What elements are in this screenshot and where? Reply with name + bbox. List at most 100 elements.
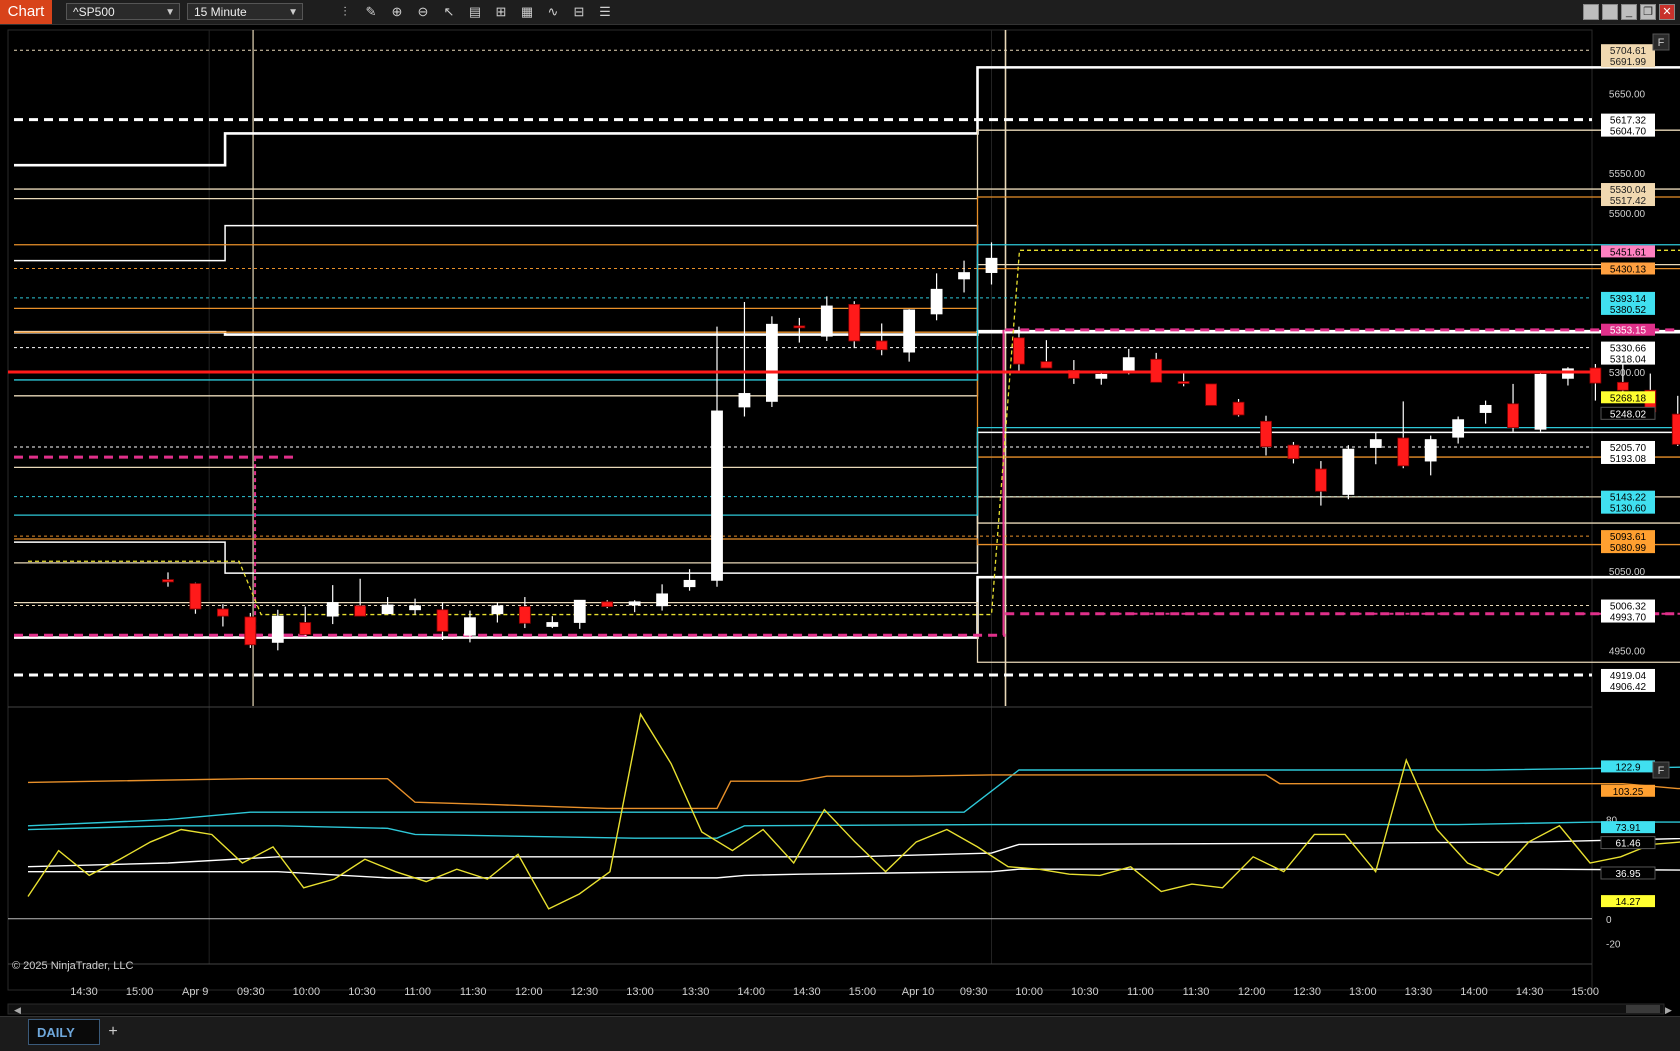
price-label: 4993.70 bbox=[1601, 611, 1655, 624]
candle-body bbox=[684, 580, 695, 586]
price-panel-f-label: F bbox=[1658, 37, 1665, 49]
candle-body bbox=[1041, 362, 1052, 368]
scroll-right-icon[interactable]: ▶ bbox=[1665, 1005, 1672, 1015]
candle-body bbox=[300, 622, 311, 634]
zoom-out-icon[interactable]: ⊖ bbox=[412, 2, 434, 22]
candle-body bbox=[410, 606, 421, 610]
candle-body bbox=[519, 607, 530, 624]
instrument-selector[interactable]: ^SP500 ▼ bbox=[66, 3, 180, 20]
indicator-label: 61.46 bbox=[1601, 837, 1655, 850]
bars-type-icon[interactable]: ⫶ bbox=[334, 2, 356, 22]
candle-body bbox=[931, 289, 942, 314]
price-label: 5080.99 bbox=[1601, 541, 1655, 554]
strategies-icon[interactable]: ⊟ bbox=[568, 2, 590, 22]
time-tick-label: 13:00 bbox=[626, 986, 654, 998]
price-label: 5130.60 bbox=[1601, 502, 1655, 515]
interval-value: 15 Minute bbox=[194, 5, 247, 19]
candle-body bbox=[464, 618, 475, 635]
indicator-panel-f-button[interactable]: F bbox=[1653, 762, 1669, 778]
candle-body bbox=[1480, 405, 1491, 412]
tab-daily[interactable]: DAILY bbox=[28, 1019, 100, 1045]
indicator-label-text: 103.25 bbox=[1613, 787, 1644, 798]
pointer-icon[interactable]: ↖ bbox=[438, 2, 460, 22]
time-tick-label: 10:30 bbox=[348, 986, 376, 998]
time-tick-label: 10:00 bbox=[1015, 986, 1043, 998]
candle-body bbox=[959, 273, 970, 279]
time-tick-label: 10:00 bbox=[293, 986, 321, 998]
price-tick-label: 5050.00 bbox=[1609, 567, 1646, 578]
price-label-text: 5380.52 bbox=[1610, 305, 1647, 316]
chart-area[interactable]: 4950.005050.005300.005500.005550.005650.… bbox=[0, 24, 1680, 1016]
price-panel-f-button[interactable]: F bbox=[1653, 34, 1669, 50]
price-tick-label: 5550.00 bbox=[1609, 169, 1646, 180]
time-tick-label: 11:00 bbox=[404, 986, 431, 998]
price-label: 5451.61 bbox=[1601, 245, 1655, 258]
tile2-icon[interactable] bbox=[1602, 4, 1618, 20]
price-label-text: 5268.18 bbox=[1610, 393, 1647, 404]
candle-up bbox=[1535, 374, 1546, 432]
price-tick-label: 5650.00 bbox=[1609, 90, 1646, 101]
add-tab-button[interactable]: + bbox=[104, 1023, 122, 1041]
time-tick-label: 14:00 bbox=[737, 986, 765, 998]
time-tick-label: 14:30 bbox=[1516, 986, 1544, 998]
candle-body bbox=[1370, 440, 1381, 448]
price-tick-label: 5500.00 bbox=[1609, 209, 1646, 220]
candle-body bbox=[1453, 420, 1464, 437]
candle-body bbox=[163, 580, 174, 582]
time-tick-label: 15:00 bbox=[126, 986, 154, 998]
time-tick-label: Apr 10 bbox=[902, 986, 934, 998]
candle-up bbox=[1343, 445, 1354, 499]
candle-body bbox=[904, 310, 915, 352]
interval-selector[interactable]: 15 Minute ▼ bbox=[187, 3, 303, 20]
price-label: 5430.13 bbox=[1601, 262, 1655, 275]
candle-body bbox=[629, 602, 640, 605]
price-label: 4906.42 bbox=[1601, 680, 1655, 693]
time-tick-label: 15:00 bbox=[849, 986, 877, 998]
scroll-left-icon[interactable]: ◀ bbox=[14, 1005, 21, 1015]
tile-icon[interactable] bbox=[1583, 4, 1599, 20]
indicator-label-text: 73.91 bbox=[1615, 823, 1640, 834]
price-label-text: 5193.08 bbox=[1610, 454, 1647, 465]
templates-icon[interactable]: ▦ bbox=[516, 2, 538, 22]
indicator-label: 36.95 bbox=[1601, 867, 1655, 880]
candle-body bbox=[492, 606, 503, 614]
candle-body bbox=[876, 341, 887, 350]
candle-body bbox=[794, 326, 805, 328]
time-tick-label: 09:30 bbox=[960, 986, 988, 998]
scrollbar-thumb[interactable] bbox=[1626, 1005, 1660, 1013]
price-label: 5193.08 bbox=[1601, 452, 1655, 465]
candle-body bbox=[437, 610, 448, 631]
maximize-icon[interactable]: ❐ bbox=[1640, 4, 1656, 20]
candle-body bbox=[1288, 445, 1299, 459]
candle-body bbox=[766, 324, 777, 401]
price-label: 5248.02 bbox=[1601, 407, 1655, 420]
list-icon[interactable]: ☰ bbox=[594, 2, 616, 22]
draw-pencil-icon[interactable]: ✎ bbox=[360, 2, 382, 22]
candle-body bbox=[1315, 469, 1326, 491]
time-tick-label: 12:30 bbox=[571, 986, 599, 998]
close-icon[interactable]: ✕ bbox=[1659, 4, 1675, 20]
price-label-text: 5451.61 bbox=[1610, 247, 1647, 258]
indicator-label-text: 14.27 bbox=[1615, 897, 1640, 908]
app-title[interactable]: Chart bbox=[0, 0, 52, 24]
price-label-text: 5080.99 bbox=[1610, 543, 1647, 554]
properties-icon[interactable]: ⊞ bbox=[490, 2, 512, 22]
chevron-down-icon: ▼ bbox=[165, 4, 175, 21]
indicator-label: 103.25 bbox=[1601, 785, 1655, 798]
candle-body bbox=[574, 600, 585, 622]
zoom-in-icon[interactable]: ⊕ bbox=[386, 2, 408, 22]
data-box-icon[interactable]: ▤ bbox=[464, 2, 486, 22]
candle-up bbox=[766, 316, 777, 407]
candle-down bbox=[849, 301, 860, 348]
candle-down bbox=[1672, 396, 1680, 446]
indicator-label-text: 61.46 bbox=[1615, 839, 1640, 850]
candle-body bbox=[217, 609, 228, 616]
indicators-icon[interactable]: ∿ bbox=[542, 2, 564, 22]
time-tick-label: 12:00 bbox=[515, 986, 543, 998]
time-tick-label: 12:00 bbox=[1238, 986, 1266, 998]
minimize-icon[interactable]: _ bbox=[1621, 4, 1637, 20]
price-label: 5517.42 bbox=[1601, 194, 1655, 207]
candle-down bbox=[190, 583, 201, 614]
horizontal-scrollbar[interactable]: ◀ ▶ bbox=[8, 1004, 1672, 1015]
copyright: © 2025 NinjaTrader, LLC bbox=[12, 960, 133, 972]
